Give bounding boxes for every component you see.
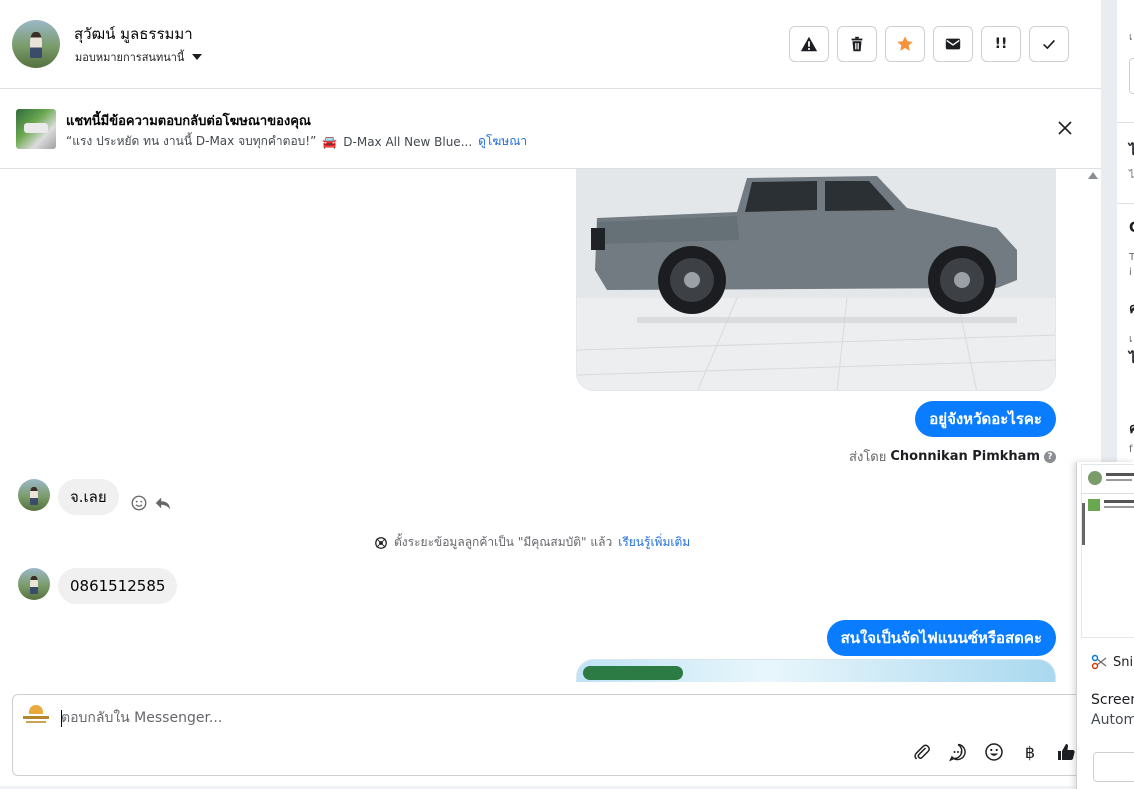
incoming-message[interactable]: 0861512585: [58, 568, 178, 604]
system-event-note: ตั้งระยะข้อมูลลูกค้าเป็น "มีคุณสมบัติ" แ…: [374, 533, 690, 552]
pickup-truck-image: [577, 170, 1055, 390]
composer-toolbar: ฿: [911, 741, 1077, 763]
promo-image-attachment[interactable]: [576, 659, 1056, 682]
snipping-tool-icon: [1091, 654, 1107, 670]
page-logo: [23, 705, 49, 725]
emoji-icon: [985, 743, 1003, 761]
contact-avatar-small[interactable]: [18, 568, 50, 600]
close-banner-button[interactable]: [1054, 117, 1076, 139]
message-thread[interactable]: อยู่จังหวัดอะไรคะ ส่งโดย Chonnikan Pimkh…: [0, 169, 1101, 682]
snip-app-label: Snip: [1091, 654, 1134, 670]
ad-thumbnail[interactable]: [16, 109, 56, 149]
mark-done-button[interactable]: [1029, 26, 1069, 62]
car-image-attachment[interactable]: [576, 169, 1056, 391]
assign-conversation-dropdown[interactable]: มอบหมายการสนทนานี้: [75, 48, 203, 66]
conversation-header: สุวัฒน์ มูลธรรมมา มอบหมายการสนทนานี้ !!: [0, 0, 1101, 89]
contact-avatar-small[interactable]: [18, 479, 50, 511]
baht-icon: ฿: [1024, 742, 1036, 762]
snip-app-name: Snip: [1113, 654, 1134, 670]
delete-button[interactable]: [837, 26, 877, 62]
like-button[interactable]: [1055, 741, 1077, 763]
close-icon: [1058, 121, 1072, 135]
mark-unread-button[interactable]: [933, 26, 973, 62]
snip-subtitle: Autom: [1091, 712, 1134, 728]
attach-button[interactable]: [911, 741, 933, 763]
snip-notification-popup[interactable]: Snip Screen Autom: [1076, 462, 1134, 789]
warning-icon: [800, 36, 818, 52]
react-emoji-icon[interactable]: [130, 494, 148, 512]
like-icon: [1058, 744, 1075, 760]
attach-icon: [914, 744, 930, 760]
report-spam-button[interactable]: [789, 26, 829, 62]
star-icon: [897, 36, 913, 51]
follow-up-icon: !!: [994, 36, 1008, 52]
contact-name[interactable]: สุวัฒน์ มูลธรรมมา: [74, 22, 193, 46]
emoji-button[interactable]: [983, 741, 1005, 763]
snip-title: Screen: [1091, 692, 1134, 708]
reply-input[interactable]: [61, 707, 961, 729]
saved-reply-icon: [949, 743, 966, 762]
reply-icon[interactable]: [154, 494, 172, 512]
snip-action-button[interactable]: [1093, 752, 1134, 782]
sent-by-prefix: ส่งโดย: [849, 450, 887, 465]
outgoing-message[interactable]: สนใจเป็นจัดไฟแนนซ์หรือสดคะ: [826, 620, 1056, 656]
message-actions: [130, 494, 172, 512]
saved-reply-button[interactable]: [947, 741, 969, 763]
details-input-field[interactable]: [1129, 58, 1134, 94]
reply-composer: ฿: [12, 694, 1092, 776]
sent-by-label: ส่งโดย Chonnikan Pimkham ?: [849, 446, 1056, 467]
system-note-text: ตั้งระยะข้อมูลลูกค้าเป็น "มีคุณสมบัติ" แ…: [394, 535, 613, 549]
messenger-inbox: สุวัฒน์ มูลธรรมมา มอบหมายการสนทนานี้ !!: [0, 0, 1134, 789]
check-icon: [1043, 39, 1055, 50]
ad-reply-banner: แชทนี้มีข้อความตอบกลับต่อโฆษณาของคุณ “แร…: [0, 89, 1101, 169]
incoming-message[interactable]: จ.เลย: [58, 479, 119, 515]
conversation-toolbar: !!: [789, 26, 1069, 62]
envelope-icon: [945, 38, 961, 50]
trash-icon: [851, 36, 863, 52]
sender-name[interactable]: Chonnikan Pimkham: [890, 449, 1040, 464]
assign-label: มอบหมายการสนทนานี้: [75, 51, 185, 64]
ad-quote: “แรง ประหยัด ทน งานนี้ D-Max จบทุกคำตอบ!…: [66, 134, 317, 148]
caret-down-icon: [192, 54, 203, 60]
help-icon[interactable]: ?: [1044, 450, 1056, 463]
scroll-up-arrow-icon[interactable]: [1088, 172, 1098, 179]
view-ad-link[interactable]: ดูโฆษณา: [478, 132, 527, 151]
follow-up-button[interactable]: !!: [981, 26, 1021, 62]
car-icon: 🚘: [322, 134, 338, 149]
payment-button[interactable]: ฿: [1019, 741, 1041, 763]
promo-badge: [583, 666, 683, 680]
outgoing-message[interactable]: อยู่จังหวัดอะไรคะ: [915, 401, 1056, 437]
ad-name: D-Max All New Blue...: [343, 134, 473, 149]
star-button[interactable]: [885, 26, 925, 62]
ad-banner-subtitle: “แรง ประหยัด ทน งานนี้ D-Max จบทุกคำตอบ!…: [66, 132, 527, 151]
screenshot-preview[interactable]: [1081, 464, 1134, 638]
ad-banner-title: แชทนี้มีข้อความตอบกลับต่อโฆษณาของคุณ: [66, 114, 311, 129]
learn-more-link[interactable]: เรียนรู้เพิ่มเติม: [618, 533, 690, 552]
contact-avatar[interactable]: [12, 20, 60, 68]
lead-status-icon: [375, 536, 387, 549]
text-cursor: [61, 710, 62, 727]
